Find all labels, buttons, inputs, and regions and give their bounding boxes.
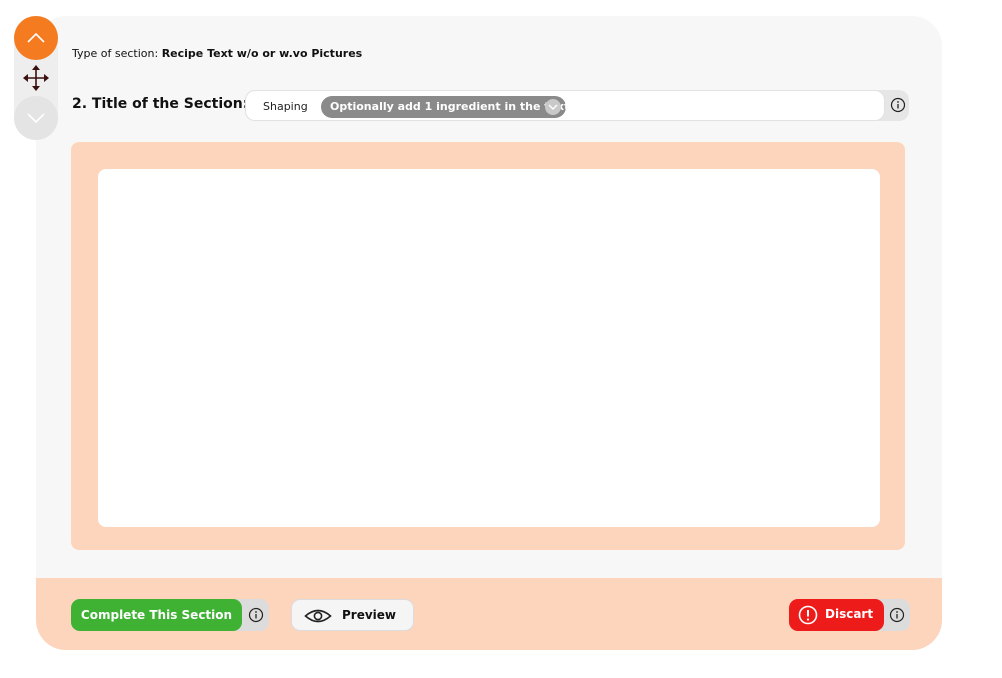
section-type-value: Recipe Text w/o or w.vo Pictures <box>161 47 363 60</box>
discard-button[interactable]: Discart <box>789 599 884 631</box>
info-icon[interactable] <box>890 97 906 113</box>
chevron-up-icon <box>27 32 45 43</box>
complete-section-button[interactable]: Complete This Section <box>71 599 242 631</box>
chevron-down-icon <box>27 113 45 124</box>
section-title-label: 2. Title of the Section: <box>72 96 249 112</box>
text-editor-frame <box>71 142 905 550</box>
reorder-controls <box>14 16 58 140</box>
info-icon[interactable] <box>248 607 264 623</box>
section-type-prefix: Type of section: <box>72 47 159 60</box>
preview-label: Preview <box>342 608 397 622</box>
preview-button[interactable]: Preview <box>291 599 414 631</box>
ingredient-dropdown[interactable]: Optionally add 1 ingredient in the text <box>321 96 570 118</box>
warning-icon <box>798 605 818 625</box>
move-icon[interactable] <box>23 65 49 91</box>
section-type: Type of section: Recipe Text w/o or w.vo… <box>72 47 362 60</box>
chevron-down-icon <box>545 99 561 115</box>
section-text-area[interactable] <box>98 169 880 527</box>
section-title-group: Shaping Optionally add 1 ingredient in t… <box>245 90 909 121</box>
ingredient-dropdown-label: Optionally add 1 ingredient in the text <box>330 100 570 113</box>
discard-group: Discart <box>789 599 910 631</box>
move-up-button[interactable] <box>14 16 58 60</box>
move-down-button[interactable] <box>14 96 58 140</box>
discard-label: Discart <box>825 607 874 621</box>
section-title-field[interactable]: Shaping Optionally add 1 ingredient in t… <box>245 90 885 121</box>
eye-icon <box>304 609 332 623</box>
complete-section-group: Complete This Section <box>71 599 269 631</box>
shaping-label: Shaping <box>263 100 308 113</box>
info-icon[interactable] <box>889 607 905 623</box>
